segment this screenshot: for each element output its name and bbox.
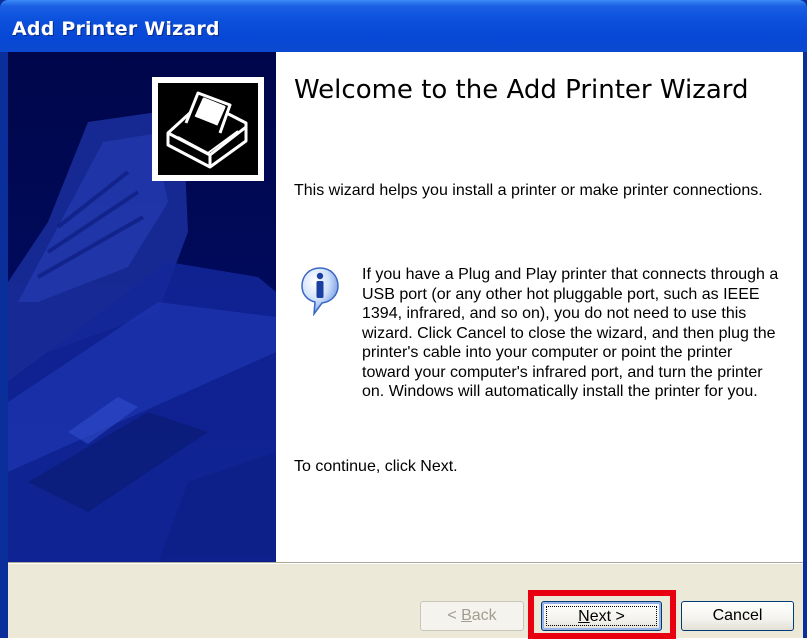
next-button-highlight-annotation bbox=[528, 590, 676, 639]
wizard-button-bar: < Back Next > Cancel bbox=[8, 562, 803, 639]
continue-instruction: To continue, click Next. bbox=[294, 458, 458, 475]
wizard-side-panel bbox=[8, 52, 276, 562]
add-printer-wizard-window: Add Printer Wizard Welcome to the Add Pr… bbox=[0, 0, 807, 639]
cancel-button[interactable]: Cancel bbox=[681, 601, 794, 631]
page-title: Welcome to the Add Printer Wizard bbox=[294, 75, 749, 105]
back-button[interactable]: < Back bbox=[420, 601, 524, 631]
window-title: Add Printer Wizard bbox=[12, 18, 220, 40]
printer-wizard-icon bbox=[152, 77, 264, 181]
title-bar[interactable]: Add Printer Wizard bbox=[0, 0, 807, 52]
intro-text: This wizard helps you install a printer … bbox=[294, 182, 763, 199]
wizard-client-area: Welcome to the Add Printer Wizard This w… bbox=[8, 52, 803, 639]
info-icon bbox=[301, 267, 339, 316]
info-message: If you have a Plug and Play printer that… bbox=[362, 266, 779, 400]
wizard-content-panel: Welcome to the Add Printer Wizard This w… bbox=[276, 52, 803, 562]
